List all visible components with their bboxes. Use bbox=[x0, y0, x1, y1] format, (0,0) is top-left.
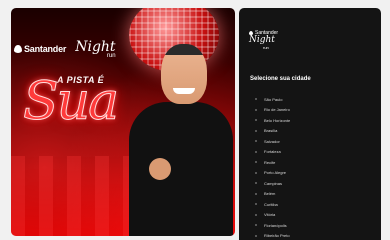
runner-fist bbox=[149, 158, 171, 180]
city-label: Rio de Janeiro bbox=[264, 107, 290, 113]
bullet-icon bbox=[255, 150, 257, 153]
city-label: Belo Horizonte bbox=[264, 117, 291, 123]
city-item[interactable]: Curitiba bbox=[255, 199, 290, 210]
panel-event-suffix: run bbox=[263, 45, 269, 50]
city-item[interactable]: São Paulo bbox=[255, 94, 290, 105]
city-label: Recife bbox=[264, 159, 276, 165]
runner-smile bbox=[173, 88, 195, 94]
bullet-icon bbox=[255, 224, 257, 227]
city-item[interactable]: Belém bbox=[255, 189, 290, 200]
city-item[interactable]: Vitória bbox=[255, 210, 290, 221]
city-item[interactable]: Recife bbox=[255, 157, 290, 168]
city-label: Vitória bbox=[264, 212, 276, 218]
runner-shirt bbox=[129, 102, 233, 236]
city-item[interactable]: Rio de Janeiro bbox=[255, 105, 290, 116]
city-item[interactable]: Campinas bbox=[255, 178, 290, 189]
city-selection-panel: Santander Night run Selecione sua cidade… bbox=[239, 8, 381, 240]
city-label: Curitiba bbox=[264, 201, 278, 207]
bullet-icon bbox=[255, 234, 257, 237]
bullet-icon bbox=[255, 140, 257, 143]
city-label: Brasília bbox=[264, 128, 278, 134]
bullet-icon bbox=[255, 171, 257, 174]
runner-head bbox=[161, 44, 207, 104]
panel-title: Selecione sua cidade bbox=[250, 76, 311, 82]
city-label: Porto Alegre bbox=[264, 170, 287, 176]
city-item[interactable]: Florianópolis bbox=[255, 220, 290, 231]
panel-logo: Santander Night run bbox=[249, 30, 278, 50]
hero-headline-main: Sua bbox=[22, 72, 119, 132]
hero-banner: Santander Night run A PISTA É Sua bbox=[11, 8, 235, 236]
flame-icon bbox=[14, 44, 22, 53]
bullet-icon bbox=[255, 98, 257, 101]
city-label: Fortaleza bbox=[264, 149, 281, 155]
city-item[interactable]: Belo Horizonte bbox=[255, 115, 290, 126]
city-label: Florianópolis bbox=[264, 222, 287, 228]
bullet-icon bbox=[255, 182, 257, 185]
city-label: Salvador bbox=[264, 138, 280, 144]
city-list: São Paulo Rio de Janeiro Belo Horizonte … bbox=[255, 94, 290, 240]
bullet-icon bbox=[255, 119, 257, 122]
bullet-icon bbox=[255, 129, 257, 132]
city-item[interactable]: Ribeirão Preto bbox=[255, 231, 290, 240]
city-label: São Paulo bbox=[264, 96, 283, 102]
city-item[interactable]: Brasília bbox=[255, 126, 290, 137]
city-item[interactable]: Salvador bbox=[255, 136, 290, 147]
hero-bank-name: Santander bbox=[24, 43, 67, 54]
city-label: Ribeirão Preto bbox=[264, 233, 290, 239]
runner-image bbox=[111, 40, 235, 236]
city-label: Campinas bbox=[264, 180, 283, 186]
panel-event-name: Night bbox=[249, 35, 275, 45]
bullet-icon bbox=[255, 203, 257, 206]
hero-brand-row: Santander Night run bbox=[14, 38, 116, 59]
bullet-icon bbox=[255, 192, 257, 195]
hero-bank-logo: Santander bbox=[14, 44, 66, 54]
bullet-icon bbox=[255, 161, 257, 164]
city-label: Belém bbox=[264, 191, 276, 197]
bullet-icon bbox=[255, 108, 257, 111]
hero-event-logo: Night run bbox=[75, 38, 115, 59]
city-item[interactable]: Fortaleza bbox=[255, 147, 290, 158]
city-item[interactable]: Porto Alegre bbox=[255, 168, 290, 179]
bullet-icon bbox=[255, 213, 257, 216]
